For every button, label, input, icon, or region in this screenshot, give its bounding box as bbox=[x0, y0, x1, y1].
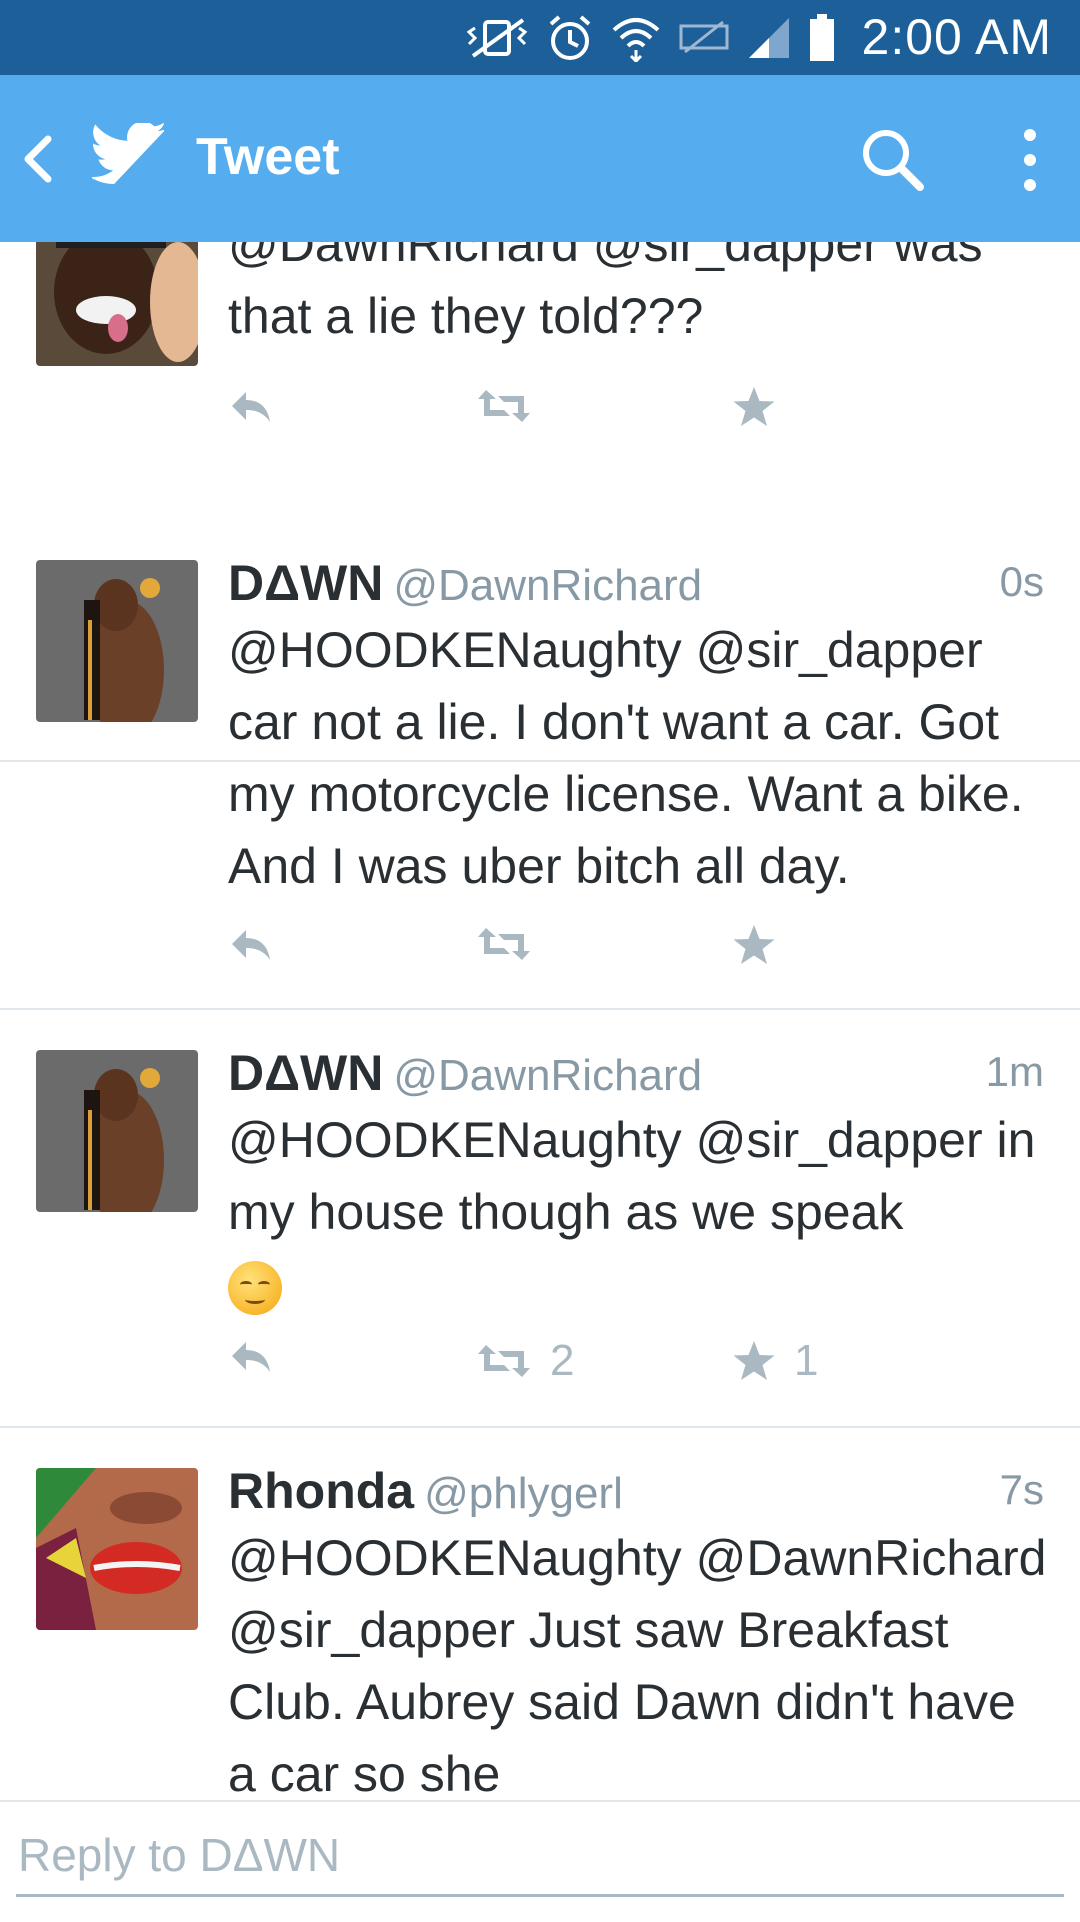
back-arrow-icon[interactable] bbox=[18, 129, 58, 189]
star-icon bbox=[733, 387, 775, 426]
reply-action[interactable] bbox=[228, 924, 274, 964]
status-time: 2:00 AM bbox=[861, 9, 1052, 65]
tweet-text: @HOODKENaughty @sir_dapper car not a lie… bbox=[228, 622, 1024, 894]
tweet-text: @HOODKENaughty @DawnRichard @sir_dapper … bbox=[228, 1530, 1047, 1800]
tweet-text-body: @HOODKENaughty @sir_dapper in my house t… bbox=[228, 1112, 1036, 1240]
display-name[interactable]: Rhonda bbox=[228, 1463, 414, 1519]
reply-icon bbox=[232, 392, 270, 422]
smirk-emoji-icon bbox=[228, 1260, 282, 1315]
tweet-header: DΔWN @DawnRichard 0s bbox=[228, 554, 1044, 614]
avatar[interactable] bbox=[36, 1050, 198, 1212]
vibrate-mute-icon bbox=[467, 16, 529, 60]
avatar[interactable] bbox=[36, 242, 198, 366]
tweet-item[interactable]: DΔWN @DawnRichard 1m @HOODKENaughty @sir_… bbox=[0, 1010, 1080, 1428]
star-icon bbox=[733, 925, 775, 964]
signal-icon bbox=[747, 16, 791, 60]
screen-name[interactable]: @DawnRichard bbox=[393, 1051, 702, 1100]
tweet-item[interactable]: Rhonda @phlygerl 7s @HOODKENaughty @DawnR… bbox=[0, 1428, 1080, 1800]
display-name[interactable]: DΔWN bbox=[228, 1045, 383, 1101]
favorite-action[interactable]: 1 bbox=[732, 1336, 818, 1386]
reply-icon bbox=[232, 1342, 270, 1372]
status-icons bbox=[467, 10, 835, 65]
retweet-icon bbox=[478, 390, 530, 422]
tweet-text: @DawnRichard @sir_dapper was that a lie … bbox=[228, 242, 983, 344]
timestamp: 7s bbox=[999, 1466, 1044, 1513]
network-lte-icon bbox=[679, 18, 729, 58]
twitter-bird-icon bbox=[89, 121, 167, 187]
tweet-actions bbox=[228, 924, 1028, 984]
screen-name[interactable]: @DawnRichard bbox=[393, 561, 702, 610]
tweet-text: @HOODKENaughty @sir_dapper in my house t… bbox=[228, 1104, 1050, 1320]
reply-input-underline bbox=[16, 1894, 1064, 1897]
retweet-action[interactable] bbox=[476, 386, 532, 426]
star-icon bbox=[733, 1341, 775, 1380]
status-bar: 2:00 AM bbox=[0, 0, 1080, 75]
tweet-header: Rhonda @phlygerl 7s bbox=[228, 1462, 1044, 1522]
retweet-action[interactable] bbox=[476, 924, 532, 964]
page-title: Tweet bbox=[196, 128, 340, 186]
screen-name[interactable]: @phlygerl bbox=[424, 1469, 623, 1518]
search-icon[interactable] bbox=[858, 125, 928, 195]
favorite-action[interactable] bbox=[732, 924, 776, 966]
wifi-icon bbox=[611, 14, 661, 62]
avatar[interactable] bbox=[36, 1468, 198, 1630]
reply-action[interactable] bbox=[228, 386, 274, 426]
timestamp: 0s bbox=[999, 558, 1044, 605]
battery-icon bbox=[809, 13, 835, 62]
retweet-count: 2 bbox=[550, 1336, 575, 1385]
tweet-actions: 2 1 bbox=[228, 1336, 1028, 1396]
app-bar: Tweet bbox=[0, 75, 1080, 242]
reply-icon bbox=[232, 930, 270, 960]
avatar[interactable] bbox=[36, 560, 198, 722]
retweet-icon bbox=[478, 1345, 530, 1377]
overflow-menu-icon[interactable] bbox=[1010, 125, 1050, 195]
tweet-header: DΔWN @DawnRichard 1m bbox=[228, 1044, 1044, 1104]
reply-bar bbox=[0, 1800, 1080, 1922]
conversation-timeline[interactable]: @DawnRichard @sir_dapper was that a lie … bbox=[0, 242, 1080, 1800]
favorite-action[interactable] bbox=[732, 386, 776, 428]
retweet-action[interactable]: 2 bbox=[476, 1336, 574, 1386]
reply-input[interactable] bbox=[16, 1824, 1068, 1886]
alarm-icon bbox=[547, 14, 593, 62]
retweet-icon bbox=[478, 928, 530, 960]
favorite-count: 1 bbox=[794, 1336, 819, 1385]
tweet-item[interactable]: DΔWN @DawnRichard 0s @HOODKENaughty @sir_… bbox=[0, 520, 1080, 1010]
timestamp: 1m bbox=[985, 1048, 1044, 1095]
tweet-actions bbox=[228, 386, 1028, 446]
display-name[interactable]: DΔWN bbox=[228, 555, 383, 611]
reply-action[interactable] bbox=[228, 1336, 274, 1376]
